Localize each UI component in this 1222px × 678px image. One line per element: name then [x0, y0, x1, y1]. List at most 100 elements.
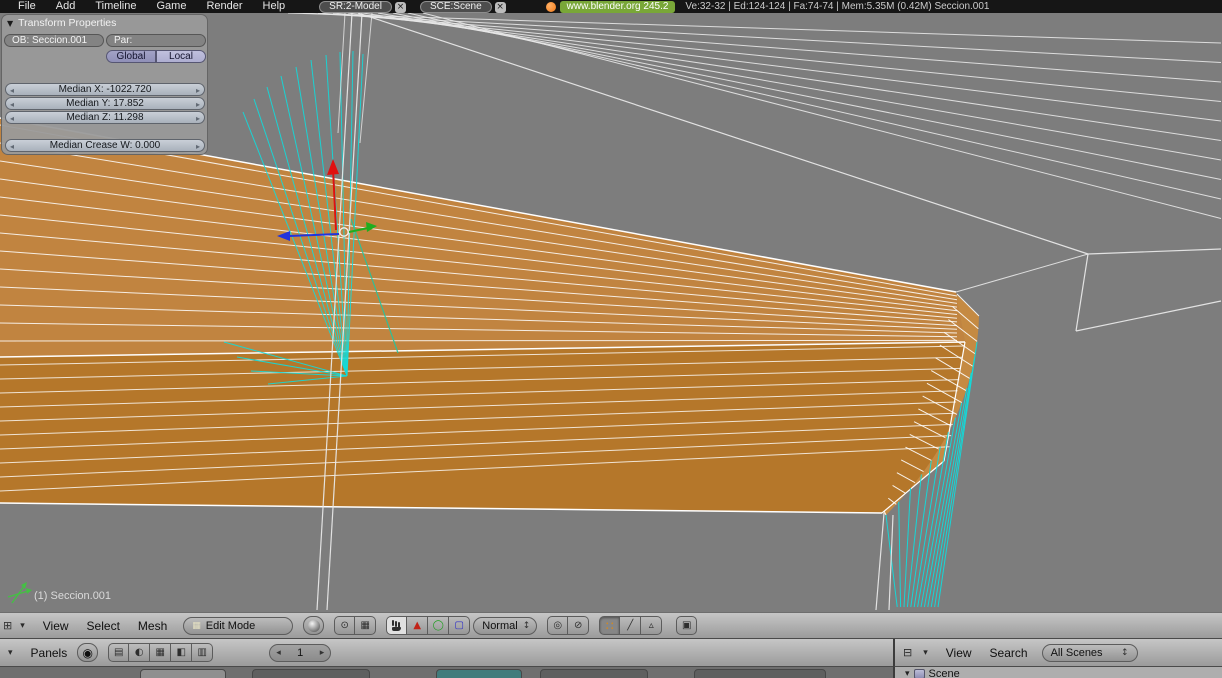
- median-z-slider[interactable]: ◂ Median Z: 11.298 ▸: [5, 111, 205, 124]
- mode-dropdown[interactable]: ▦ Edit Mode: [183, 616, 294, 635]
- proportional-edit-button[interactable]: ◎: [547, 616, 569, 635]
- slider-right-arrow-icon[interactable]: ▸: [196, 99, 200, 110]
- median-z-value: Median Z: 11.298: [66, 112, 144, 123]
- median-x-slider[interactable]: ◂ Median X: -1022.720 ▸: [5, 83, 205, 96]
- scene-selector[interactable]: SCE:Scene: [419, 1, 492, 13]
- median-y-slider[interactable]: ◂ Median Y: 17.852 ▸: [5, 97, 205, 110]
- buttons-panel-tab[interactable]: [140, 669, 226, 678]
- window-split-widget[interactable]: ⊞: [3, 619, 12, 632]
- buttons-window-content: [0, 667, 893, 678]
- local-button[interactable]: Local: [156, 50, 206, 63]
- editing-context-button[interactable]: ◧: [171, 643, 193, 662]
- menu-mesh[interactable]: Mesh: [138, 619, 167, 633]
- frame-counter[interactable]: ◂ 1 ▸: [269, 643, 332, 662]
- header-menu-toggle-icon[interactable]: ▾: [923, 648, 928, 658]
- buttons-window-header: ▾ Panels ◉ ▤ ◐ ▦ ◧ ▥ ◂ 1 ▸: [0, 639, 893, 667]
- expand-triangle-icon[interactable]: ▾: [905, 669, 910, 678]
- dropdown-arrows-icon: ↕: [522, 620, 531, 631]
- panel-header[interactable]: ▼ Transform Properties: [7, 17, 116, 29]
- menu-help[interactable]: Help: [263, 0, 286, 13]
- slider-right-arrow-icon[interactable]: ▸: [196, 85, 200, 96]
- outliner-header: ⊟ ▾ View Search All Scenes ↕: [893, 639, 1222, 667]
- hand-icon: [391, 620, 402, 631]
- scene-icon: [913, 669, 925, 678]
- render-preview-button[interactable]: ▣: [676, 616, 698, 635]
- slider-right-arrow-icon[interactable]: ▸: [196, 141, 200, 152]
- outliner-scope-dropdown[interactable]: All Scenes ↕: [1041, 643, 1138, 662]
- viewport-header: ⊞ ▾ View Select Mesh ▦ Edit Mode ⊙ ▦ ▲ ◯…: [0, 612, 1222, 639]
- outliner-scope-label: All Scenes: [1050, 646, 1103, 659]
- buttons-panel-tab[interactable]: [436, 669, 522, 678]
- transform-properties-panel[interactable]: ▼ Transform Properties OB: Seccion.001 P…: [1, 14, 208, 155]
- mode-label: Edit Mode: [205, 619, 256, 632]
- frame-prev-button[interactable]: ◂: [276, 648, 281, 658]
- object-name-field[interactable]: OB: Seccion.001: [4, 34, 104, 47]
- viewport-3d[interactable]: ▼ Transform Properties OB: Seccion.001 P…: [0, 13, 1222, 612]
- buttons-panel-tab[interactable]: [694, 669, 826, 678]
- outliner-row-scene[interactable]: ▾ Scene: [895, 667, 1222, 678]
- version-label: www.blender.org 245.2: [559, 1, 676, 13]
- pivot-dropdown[interactable]: ⊙: [334, 616, 356, 635]
- buttons-panel-tab[interactable]: [252, 669, 370, 678]
- solid-shading-icon: [307, 619, 320, 632]
- screen-close-button[interactable]: ×: [394, 2, 406, 13]
- layers-grid-button[interactable]: ▦: [355, 616, 377, 635]
- header-menu-toggle-icon[interactable]: ▾: [8, 648, 13, 658]
- slider-left-arrow-icon[interactable]: ◂: [10, 99, 14, 110]
- orientation-dropdown[interactable]: Normal ↕: [473, 616, 538, 635]
- blender-logo-icon: [545, 2, 556, 12]
- menu-render[interactable]: Render: [206, 0, 242, 13]
- frame-value: 1: [297, 646, 304, 659]
- slider-left-arrow-icon[interactable]: ◂: [10, 85, 14, 96]
- menu-timeline[interactable]: Timeline: [95, 0, 136, 13]
- median-crease-value: Median Crease W: 0.000: [49, 140, 161, 151]
- median-crease-slider[interactable]: ◂ Median Crease W: 0.000 ▸: [5, 139, 205, 152]
- manipulator-hand-button[interactable]: [386, 616, 408, 635]
- menu-game[interactable]: Game: [156, 0, 186, 13]
- median-x-value: Median X: -1022.720: [58, 84, 152, 95]
- outliner-scene-label: Scene: [928, 668, 960, 678]
- viewport-shading-dropdown[interactable]: [303, 616, 325, 635]
- median-y-value: Median Y: 17.852: [66, 98, 144, 109]
- viewport-mini-axis: [7, 582, 32, 604]
- scene-context-button[interactable]: ▥: [192, 643, 214, 662]
- menu-add[interactable]: Add: [56, 0, 76, 13]
- panels-menu[interactable]: Panels: [31, 646, 68, 660]
- slider-left-arrow-icon[interactable]: ◂: [10, 113, 14, 124]
- panel-title: Transform Properties: [18, 17, 117, 29]
- object-context-button[interactable]: ▦: [150, 643, 172, 662]
- scale-manipulator-toggle[interactable]: ▢: [449, 616, 471, 635]
- buttons-panel-tab[interactable]: [540, 669, 648, 678]
- header-menu-toggle-icon[interactable]: ▾: [20, 621, 25, 631]
- info-header: File Add Timeline Game Render Help SR:2-…: [0, 0, 1222, 13]
- panel-collapse-icon[interactable]: ▼: [7, 19, 13, 28]
- shading-context-button[interactable]: ◐: [129, 643, 151, 662]
- vertex-select-button[interactable]: ∷: [599, 616, 621, 635]
- slider-right-arrow-icon[interactable]: ▸: [196, 113, 200, 124]
- orientation-label: Normal: [482, 619, 518, 632]
- slider-left-arrow-icon[interactable]: ◂: [10, 141, 14, 152]
- selected-mesh-beam: [0, 117, 980, 516]
- snap-button[interactable]: ⊘: [568, 616, 590, 635]
- dropdown-arrows-icon: ↕: [1121, 647, 1129, 658]
- script-context-button[interactable]: ▤: [108, 643, 130, 662]
- edge-select-button[interactable]: ╱: [620, 616, 642, 635]
- menu-select[interactable]: Select: [87, 619, 120, 633]
- logic-context-button[interactable]: ◉: [77, 643, 99, 662]
- global-button[interactable]: Global: [106, 50, 156, 63]
- screen-selector[interactable]: SR:2-Model: [319, 1, 392, 13]
- face-select-button[interactable]: ▵: [641, 616, 663, 635]
- menu-file[interactable]: File: [18, 0, 36, 13]
- active-object-label: (1) Seccion.001: [34, 590, 112, 602]
- frame-next-button[interactable]: ▸: [320, 648, 325, 658]
- menu-search[interactable]: Search: [990, 646, 1028, 660]
- parent-field[interactable]: Par:: [106, 34, 206, 47]
- menu-view[interactable]: View: [43, 619, 69, 633]
- menu-view[interactable]: View: [946, 646, 972, 660]
- editor-type-icon[interactable]: ⊟: [903, 646, 912, 659]
- scene-stats-label: Ve:32-32 | Ed:124-124 | Fa:74-74 | Mem:5…: [685, 1, 990, 12]
- blender-window: File Add Timeline Game Render Help SR:2-…: [0, 0, 1222, 678]
- rotate-manipulator-toggle[interactable]: ◯: [428, 616, 450, 635]
- translate-manipulator-toggle[interactable]: ▲: [407, 616, 429, 635]
- scene-close-button[interactable]: ×: [494, 2, 506, 13]
